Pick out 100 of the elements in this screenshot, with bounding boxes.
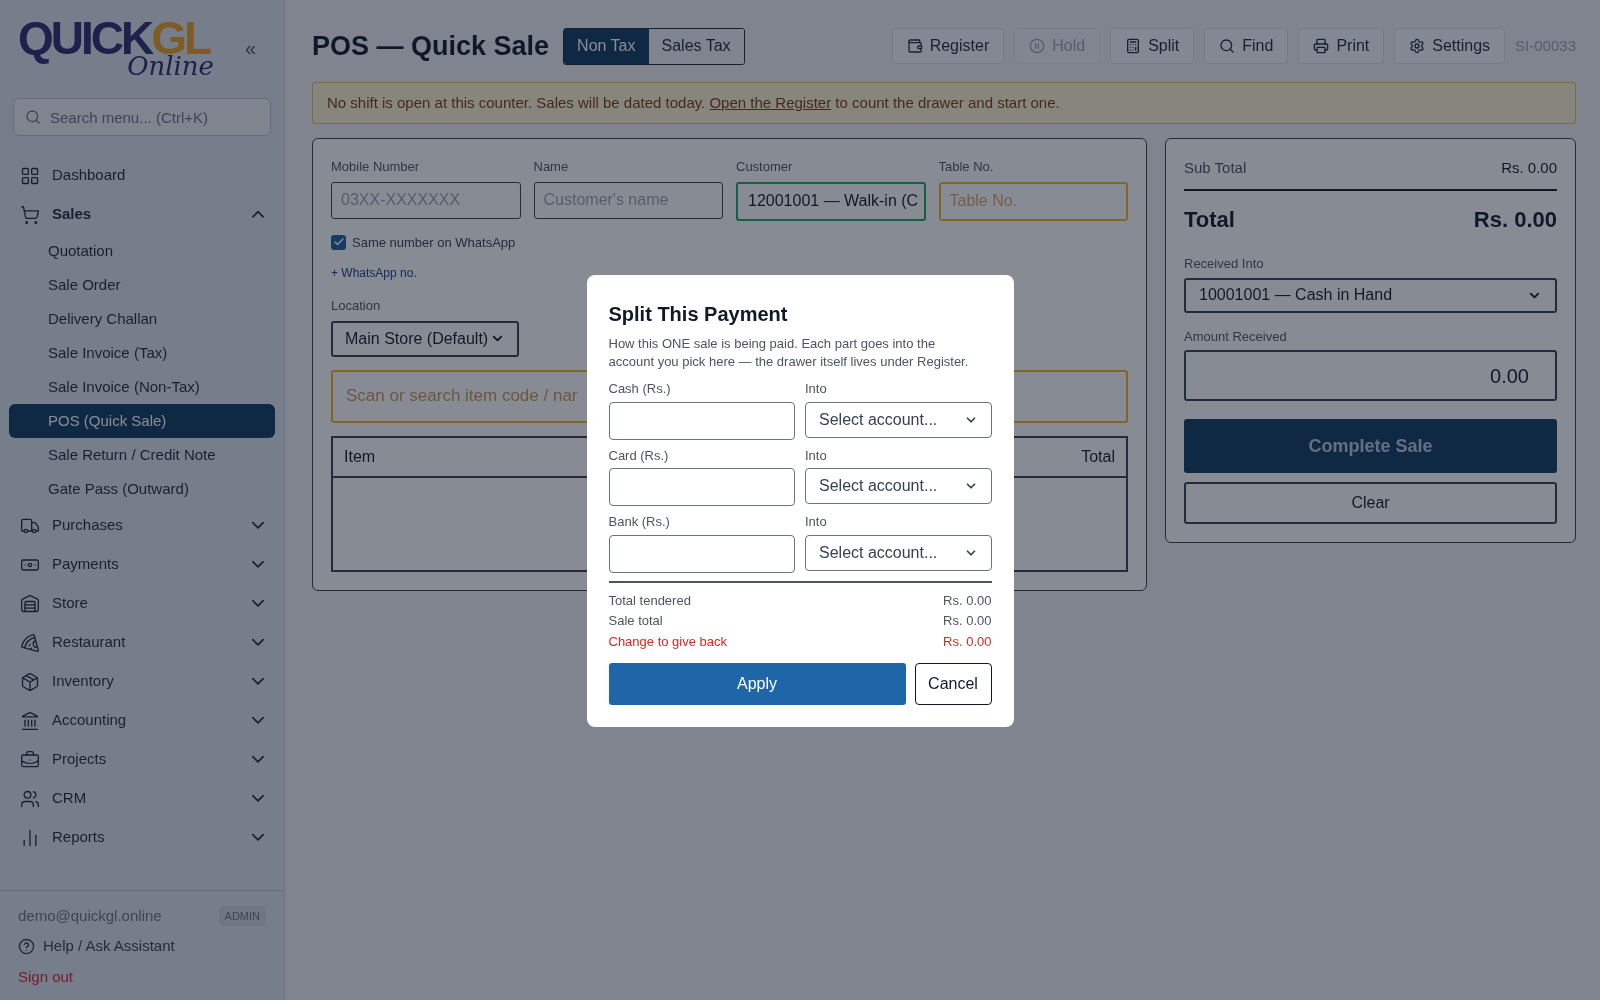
nav-item[interactable]: Restaurant bbox=[9, 623, 275, 662]
nav-label: Dashboard bbox=[52, 165, 127, 186]
field-label: Into bbox=[805, 446, 827, 465]
summary-value: Rs. 0.00 bbox=[943, 591, 992, 610]
briefcase-icon bbox=[20, 749, 40, 770]
nav-subitem[interactable]: Sale Order bbox=[9, 268, 275, 302]
summary-label: Total tendered bbox=[608, 591, 691, 610]
warehouse-icon bbox=[20, 593, 40, 614]
field-label: Card (Rs.) bbox=[608, 446, 669, 465]
account-select[interactable]: 10001001 — Cash in Hand bbox=[1184, 277, 1557, 313]
nav-subitem[interactable]: Gate Pass (Outward) bbox=[9, 472, 275, 506]
nav-label: Restaurant bbox=[52, 632, 127, 653]
toolbar-button[interactable]: Split bbox=[1110, 28, 1195, 64]
field-label: Bank (Rs.) bbox=[608, 513, 670, 531]
nav-subitem[interactable]: Sale Return / Credit Note bbox=[9, 438, 275, 472]
amount-field[interactable] bbox=[608, 468, 795, 506]
search-icon bbox=[1219, 38, 1236, 54]
apply-button[interactable]: Apply bbox=[608, 663, 906, 705]
summary-value: Rs. 0.00 bbox=[943, 612, 992, 630]
field-label: Amount Received bbox=[1184, 327, 1287, 346]
column-header: Total bbox=[1081, 446, 1115, 467]
summary-value: Rs. 0.00 bbox=[943, 632, 992, 651]
sub-total-value: Rs. 0.00 bbox=[1501, 157, 1557, 178]
account-select[interactable]: Select account... bbox=[805, 534, 992, 571]
nav-item[interactable]: Accounting bbox=[9, 701, 275, 740]
account-select[interactable]: Select account... bbox=[805, 401, 992, 438]
field-label: Table No. bbox=[938, 158, 994, 176]
pizza-icon bbox=[20, 632, 40, 653]
nav-item[interactable]: Projects bbox=[9, 740, 275, 779]
nav-item[interactable]: Inventory bbox=[9, 662, 275, 701]
help-link[interactable]: Help / Ask Assistant bbox=[18, 935, 266, 958]
nav-item[interactable]: Payments bbox=[9, 545, 275, 584]
help-icon bbox=[18, 937, 35, 955]
sub-total-label: Sub Total bbox=[1184, 157, 1247, 178]
field-label: Customer bbox=[736, 158, 793, 176]
complete-sale-button[interactable]: Complete Sale bbox=[1184, 419, 1557, 473]
field-label: Name bbox=[533, 158, 569, 176]
amount-received-field[interactable]: 0.00 bbox=[1184, 350, 1557, 401]
collapse-button[interactable]: « bbox=[244, 33, 256, 63]
settings-icon bbox=[1409, 38, 1426, 54]
location-select[interactable]: Main Store (Default) bbox=[331, 320, 519, 357]
field-label: Into bbox=[805, 380, 827, 398]
nav-label: Projects bbox=[52, 749, 108, 770]
nav-item[interactable]: Reports bbox=[9, 818, 275, 857]
printer-icon bbox=[1313, 38, 1330, 54]
field-label: Received Into bbox=[1184, 255, 1264, 273]
total-label: Total bbox=[1184, 206, 1235, 234]
toolbar-button[interactable]: Register bbox=[891, 28, 1005, 64]
total-value: Rs. 0.00 bbox=[1473, 206, 1557, 234]
nav-subitem[interactable]: Sale Invoice (Tax) bbox=[9, 336, 275, 370]
users-icon bbox=[20, 788, 40, 809]
nav-label: Reports bbox=[52, 827, 106, 848]
summary-label: Sale total bbox=[608, 612, 663, 630]
nav-item[interactable]: CRM bbox=[9, 779, 275, 818]
field-label: Cash (Rs.) bbox=[608, 380, 671, 398]
nav-item[interactable]: Dashboard bbox=[9, 156, 275, 195]
customer-field[interactable]: 12001001 — Walk-in (C bbox=[736, 181, 926, 221]
nav-item[interactable]: Store bbox=[9, 584, 275, 623]
amount-field[interactable] bbox=[608, 534, 795, 573]
nav-item[interactable]: Purchases bbox=[9, 506, 275, 545]
account-select[interactable]: Select account... bbox=[805, 468, 992, 504]
nav-label: Sales bbox=[52, 204, 93, 225]
column-header: Item bbox=[344, 446, 376, 467]
cancel-button[interactable]: Cancel bbox=[914, 663, 992, 705]
nav-label: Store bbox=[52, 593, 89, 614]
clear-button[interactable]: Clear bbox=[1184, 482, 1557, 524]
nav-label: Inventory bbox=[52, 671, 115, 692]
toolbar-button[interactable]: Settings bbox=[1394, 28, 1506, 64]
amount-field[interactable] bbox=[608, 401, 795, 440]
nav-subitem[interactable]: POS (Quick Sale) bbox=[9, 404, 275, 438]
table-number-field[interactable]: Table No. bbox=[938, 181, 1128, 221]
field-label: Location bbox=[331, 297, 381, 315]
nav-item[interactable]: Sales bbox=[9, 195, 275, 234]
nav-subitem[interactable]: Quotation bbox=[9, 234, 275, 268]
open-register-link[interactable]: Open the Register bbox=[709, 94, 832, 111]
dialog-title: Split This Payment bbox=[608, 302, 788, 327]
nav-label: Purchases bbox=[52, 515, 124, 536]
checkbox-label: Same number on WhatsApp bbox=[352, 233, 516, 252]
nav-label: CRM bbox=[52, 788, 88, 809]
nav-subitem[interactable]: Sale Invoice (Non-Tax) bbox=[9, 370, 275, 404]
box-icon bbox=[20, 671, 40, 692]
tax-tab[interactable]: Non Tax bbox=[564, 28, 649, 64]
nav-label: Payments bbox=[52, 554, 120, 575]
dialog-description: How this ONE sale is being paid. Each part goes into the account you pick here — the drawer itself lives under Register. bbox=[608, 335, 970, 371]
logo: QUICKGL Online bbox=[18, 14, 215, 82]
nav-subitem[interactable]: Delivery Challan bbox=[9, 302, 275, 336]
add-whatsapp-link[interactable]: + WhatsApp no. bbox=[331, 264, 417, 282]
pause-icon bbox=[1029, 38, 1046, 54]
toolbar-button[interactable]: Print bbox=[1298, 28, 1385, 64]
search-icon bbox=[25, 109, 41, 125]
cart-icon bbox=[20, 204, 40, 225]
user-email: demo@quickgl.online bbox=[18, 905, 162, 926]
toolbar-button[interactable]: Find bbox=[1204, 28, 1289, 64]
shift-notice: No shift is open at this counter. Sales will be dated today. Open the Register to count the drawer and start one. bbox=[312, 82, 1576, 124]
calculator-icon bbox=[1125, 38, 1142, 54]
menu-search-field[interactable]: Search menu... (Ctrl+K) bbox=[13, 98, 271, 136]
bank-icon bbox=[20, 710, 40, 731]
wallet-icon bbox=[906, 38, 923, 54]
whatsapp-checkbox[interactable] bbox=[331, 234, 346, 250]
sign-out-link[interactable]: Sign out bbox=[18, 965, 266, 988]
